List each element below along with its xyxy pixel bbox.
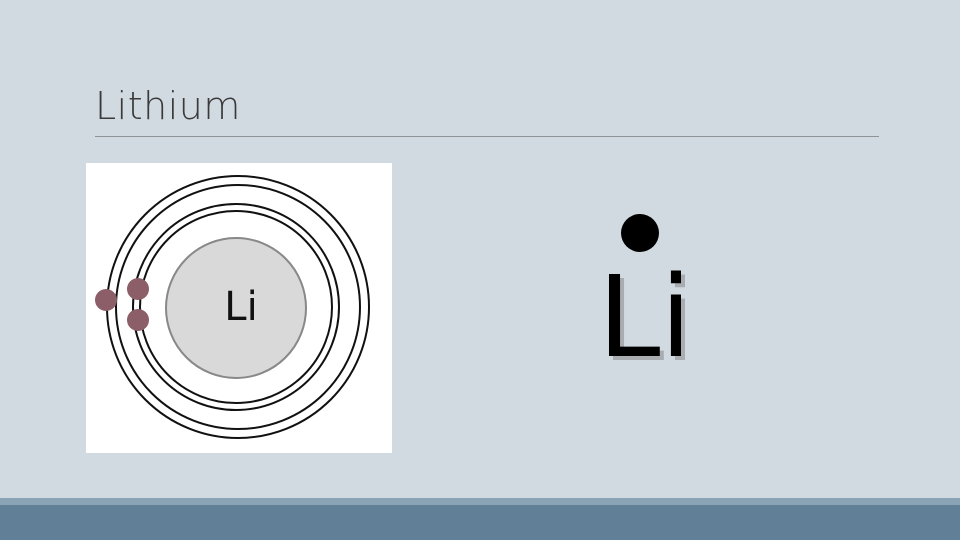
slide-title: Lithium <box>95 84 241 128</box>
lewis-element-symbol: Li <box>598 253 692 383</box>
electron-outer-1 <box>95 289 117 311</box>
footer-accent-line <box>0 498 960 505</box>
electron-inner-2 <box>127 309 149 331</box>
electron-inner-1 <box>127 278 149 300</box>
title-divider <box>95 136 879 137</box>
valence-electron-dot <box>621 214 659 252</box>
nucleus-label: Li <box>224 284 258 330</box>
footer-band <box>0 505 960 540</box>
